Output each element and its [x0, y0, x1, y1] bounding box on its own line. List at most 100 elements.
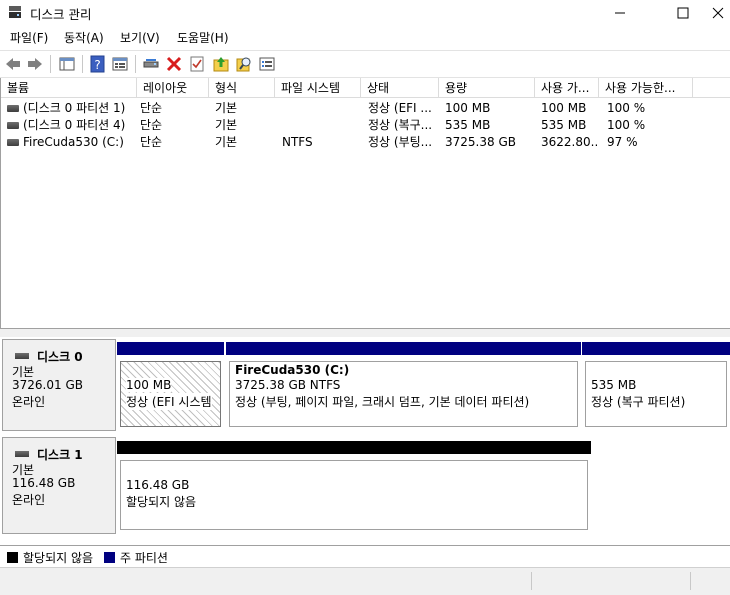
partition-recovery[interactable]: 535 MB 정상 (복구 파티션)	[582, 342, 730, 430]
partition-status: 정상 (EFI 시스템	[126, 393, 212, 410]
volume-free-space: 100 MB	[541, 101, 587, 115]
legend-label-primary: 주 파티션	[120, 551, 168, 565]
volume-capacity: 3725.38 GB	[445, 135, 516, 149]
toolbar-separator	[50, 55, 51, 73]
partition-bar	[117, 342, 224, 355]
partition-body: 535 MB 정상 (복구 파티션)	[585, 361, 727, 427]
help-icon[interactable]: ?	[89, 55, 107, 73]
partition-bar	[117, 441, 591, 454]
volume-filesystem: NTFS	[282, 135, 313, 149]
status-bar-segment	[531, 572, 532, 590]
menu-help[interactable]: 도움말(H)	[177, 29, 229, 46]
connect-icon[interactable]	[142, 55, 160, 73]
partition-efi[interactable]: 100 MB 정상 (EFI 시스템	[117, 342, 224, 430]
column-header-layout[interactable]: 레이아웃	[137, 78, 209, 98]
maximize-icon	[677, 7, 689, 19]
column-header-capacity[interactable]: 용량	[439, 78, 535, 98]
volume-percent-free: 97 %	[607, 135, 638, 149]
volume-type: 기본	[215, 101, 238, 115]
disk-1-label[interactable]: 디스크 1 기본 116.48 GB 온라인	[2, 437, 116, 534]
column-header-type[interactable]: 형식	[209, 78, 275, 98]
properties-icon[interactable]	[111, 55, 129, 73]
volume-row[interactable]: (디스크 0 파티션 1) 단순 기본 정상 (EFI ... 100 MB 1…	[1, 100, 701, 117]
volume-row[interactable]: FireCuda530 (C:) 단순 기본 NTFS 정상 (부팅... 37…	[1, 134, 701, 151]
legend-swatch-primary	[104, 552, 115, 563]
partition-unallocated[interactable]: 116.48 GB 할당되지 않음	[117, 441, 591, 533]
disk-name: 디스크 0	[37, 350, 83, 364]
partition-bar	[582, 342, 730, 355]
partition-size: 535 MB	[591, 378, 637, 392]
maximize-button[interactable]	[661, 0, 705, 26]
volume-name: FireCuda530 (C:)	[23, 135, 124, 149]
column-header-percent-free[interactable]: 사용 가능한...	[599, 78, 693, 98]
toolbar: ?	[0, 50, 730, 78]
volume-status: 정상 (EFI ...	[368, 101, 432, 115]
console-tree-icon[interactable]	[58, 55, 76, 73]
volume-capacity: 535 MB	[445, 118, 491, 132]
upload-icon[interactable]	[212, 55, 230, 73]
disk-state: 온라인	[12, 493, 46, 507]
volume-percent-free: 100 %	[607, 101, 646, 115]
disk-graphical-view: 디스크 0 기본 3726.01 GB 온라인 100 MB 정상 (EFI 시…	[0, 337, 730, 545]
column-header-volume[interactable]: 볼륨	[1, 78, 137, 98]
disk-drive-icon	[15, 353, 29, 359]
legend: 할당되지 않음 주 파티션	[0, 545, 730, 568]
volume-row[interactable]: (디스크 0 파티션 4) 단순 기본 정상 (복구... 535 MB 535…	[1, 117, 701, 134]
disk-0-label[interactable]: 디스크 0 기본 3726.01 GB 온라인	[2, 339, 116, 431]
legend-label-unallocated: 할당되지 않음	[23, 551, 94, 565]
partition-size: 100 MB	[126, 378, 172, 392]
minimize-icon	[615, 12, 625, 14]
forward-icon[interactable]	[26, 55, 44, 73]
toolbar-separator	[135, 55, 136, 73]
column-header-filler	[693, 78, 730, 98]
disk-management-icon	[9, 6, 21, 18]
volume-layout: 단순	[140, 101, 163, 115]
menu-bar: 파일(F) 동작(A) 보기(V) 도움말(H)	[0, 26, 730, 48]
volume-capacity: 100 MB	[445, 101, 491, 115]
minimize-button[interactable]	[598, 0, 642, 26]
status-bar	[0, 567, 730, 595]
partition-title: FireCuda530 (C:)	[235, 363, 350, 377]
menu-file[interactable]: 파일(F)	[10, 29, 48, 46]
partition-size: 3725.38 GB NTFS	[235, 378, 341, 392]
menu-view[interactable]: 보기(V)	[120, 29, 160, 46]
disk-drive-icon	[15, 451, 29, 457]
volume-layout: 단순	[140, 135, 163, 149]
volume-percent-free: 100 %	[607, 118, 646, 132]
volume-type: 기본	[215, 118, 238, 132]
partition-status: 정상 (부팅, 페이지 파일, 크래시 덤프, 기본 데이터 파티션)	[235, 395, 530, 409]
partition-bar	[226, 342, 581, 355]
volume-status: 정상 (복구...	[368, 118, 433, 132]
volume-name: (디스크 0 파티션 1)	[23, 101, 126, 115]
check-icon[interactable]	[188, 55, 206, 73]
disk-size: 3726.01 GB	[12, 378, 83, 392]
window-title: 디스크 관리	[30, 7, 92, 22]
delete-icon[interactable]	[165, 55, 183, 73]
column-header-free-space[interactable]: 사용 가...	[535, 78, 599, 98]
volume-layout: 단순	[140, 118, 163, 132]
volume-free-space: 535 MB	[541, 118, 587, 132]
partition-status: 할당되지 않음	[126, 495, 197, 509]
column-header-filesystem[interactable]: 파일 시스템	[275, 78, 361, 98]
column-header-status[interactable]: 상태	[361, 78, 439, 98]
close-button[interactable]	[706, 0, 730, 26]
volume-drive-icon	[7, 122, 19, 129]
disk-state: 온라인	[12, 395, 46, 409]
search-icon[interactable]	[235, 55, 253, 73]
menu-action[interactable]: 동작(A)	[64, 29, 104, 46]
title-bar: 디스크 관리	[0, 0, 730, 26]
disk-name: 디스크 1	[37, 448, 83, 462]
partition-size: 116.48 GB	[126, 478, 190, 492]
volume-list: 볼륨 레이아웃 형식 파일 시스템 상태 용량 사용 가... 사용 가능한..…	[0, 78, 730, 328]
volume-free-space: 3622.80...	[541, 135, 597, 149]
disk-size: 116.48 GB	[12, 476, 76, 490]
back-icon[interactable]	[4, 55, 22, 73]
partition-c-drive[interactable]: FireCuda530 (C:) 3725.38 GB NTFS 정상 (부팅,…	[226, 342, 581, 430]
partition-body: 100 MB 정상 (EFI 시스템	[120, 361, 221, 427]
toolbar-separator	[82, 55, 83, 73]
volume-drive-icon	[7, 139, 19, 146]
volume-type: 기본	[215, 135, 238, 149]
settings-icon[interactable]	[258, 55, 276, 73]
partition-body: 116.48 GB 할당되지 않음	[120, 460, 588, 530]
partition-body: FireCuda530 (C:) 3725.38 GB NTFS 정상 (부팅,…	[229, 361, 578, 427]
